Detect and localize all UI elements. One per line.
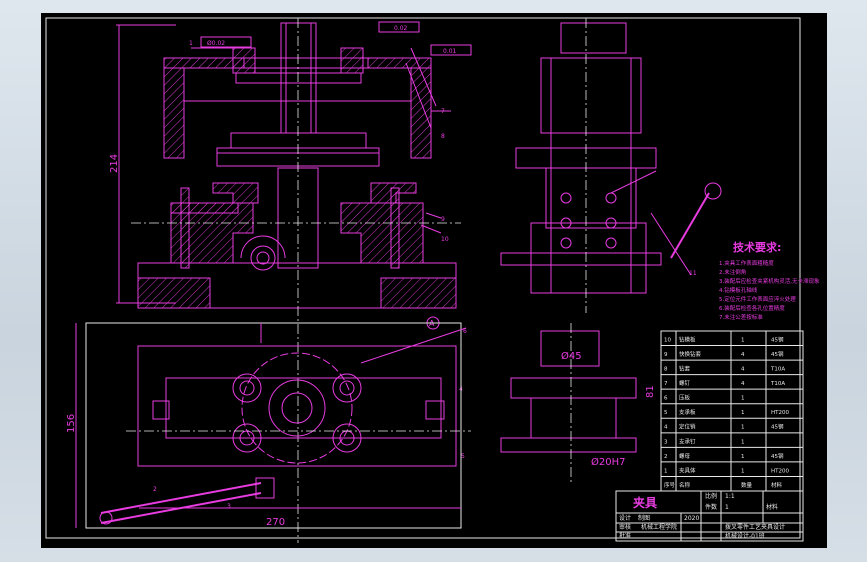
cover-left-hatch xyxy=(163,57,245,159)
tb-drawn: 制图 xyxy=(638,514,650,522)
tb-scale-label: 比例 xyxy=(705,492,717,500)
bom-cell-no: 1 xyxy=(664,468,668,474)
bom-cell-no: 10 xyxy=(664,337,671,343)
tb-designer: 设计 xyxy=(619,514,631,522)
tech-req-line: 5.定位元件工作表面应淬火处理 xyxy=(719,295,796,303)
bom-cell-material: 材料 xyxy=(771,481,783,489)
gdt-circ: Ø0.02 xyxy=(207,40,225,47)
bom-cell-no: 7 xyxy=(664,381,668,387)
bom-cell-material: T10A xyxy=(770,381,785,387)
bom-cell-name: 压板 xyxy=(679,394,691,402)
bom-cell-no: 5 xyxy=(664,410,668,416)
tb-date: 2020 xyxy=(684,515,699,522)
bom-cell-name: 螺母 xyxy=(679,452,691,460)
bom-cell-qty: 1 xyxy=(741,439,745,445)
gdt-perp: 0.02 xyxy=(394,25,408,32)
bom-cell-name: 快换钻套 xyxy=(679,350,702,358)
dim-214: 214 xyxy=(109,154,120,173)
bom-cell-no: 序号 xyxy=(664,481,676,489)
bom-cell-material: 45钢 xyxy=(771,423,784,431)
leader-number: 7 xyxy=(441,108,445,115)
leader-number: 3 xyxy=(227,503,231,510)
bom-cell-name: 钻套 xyxy=(679,365,691,373)
drawing-canvas: 2 1 4 A 1234567891011 0.02 Ø0.02 0.01 156 … xyxy=(45,17,820,543)
tb-title: 夹具 xyxy=(633,495,657,510)
leader-number: 8 xyxy=(441,133,445,140)
bom-cell-no: 6 xyxy=(664,396,668,402)
tb-school: 机械工程学院 xyxy=(641,523,677,531)
cad-viewport[interactable]: 2 1 4 A 1 2 3 4 5 6 7 8 9 10 11 0.02 Ø0.02… xyxy=(41,13,827,548)
bom-cell-name: 支承钉 xyxy=(679,437,696,445)
tb-checker: 审核 xyxy=(619,523,631,531)
gdt-flat: 0.01 xyxy=(443,48,457,55)
bom-cell-material: 45钢 xyxy=(771,335,784,343)
dim-dia20: Ø20H7 xyxy=(591,456,625,468)
plan-view: 156 270 xyxy=(66,322,471,529)
bom-cell-qty: 4 xyxy=(741,381,745,387)
bom-cell-no: 4 xyxy=(664,425,668,431)
leader-number: 5 xyxy=(461,453,465,460)
bom-cell-no: 9 xyxy=(664,352,668,358)
tb-sheet: 1 xyxy=(725,504,729,511)
leader-number: 9 xyxy=(441,216,445,223)
title-block: 夹具 比例 1:1 件数 1 材料 设计 审核 批准 制图 2020 机械工程学… xyxy=(615,490,804,542)
dim-270: 270 xyxy=(266,517,285,528)
tb-approver: 批准 xyxy=(619,532,631,540)
bom-cell-name: 名称 xyxy=(679,481,691,489)
tech-req-title: 技术要求: xyxy=(733,240,781,254)
bom-cell-qty: 数量 xyxy=(741,481,753,489)
bom-cell-qty: 1 xyxy=(741,396,745,402)
bom-cell-qty: 4 xyxy=(741,367,745,373)
tb-sheet-label: 件数 xyxy=(705,503,717,511)
bom-cell-material: HT200 xyxy=(771,410,789,416)
bom-cell-no: 3 xyxy=(664,439,668,445)
bom-cell-name: 支承板 xyxy=(679,408,696,416)
bom-cell-qty: 1 xyxy=(741,410,745,416)
bom-cell-material: HT200 xyxy=(771,468,789,474)
bom-cell-qty: 1 xyxy=(741,454,745,460)
bom-cell-material: T10A xyxy=(770,367,785,373)
dim-dia45: Ø45 xyxy=(561,350,582,362)
bom-cell-material: 45钢 xyxy=(771,350,784,358)
tb-group: 机械设计-01班 xyxy=(725,532,765,540)
tech-req-line: 7.未注公差按标准 xyxy=(719,313,763,321)
bom-cell-qty: 1 xyxy=(741,468,745,474)
tech-req-line: 3.装配后应检查夹紧机构灵活,无卡滞现象 xyxy=(719,277,820,285)
tb-project: 拨叉零件工艺夹具设计 xyxy=(725,523,785,531)
bom-cell-name: 螺钉 xyxy=(679,379,691,387)
bom-cell-qty: 1 xyxy=(741,425,745,431)
technical-requirements: 技术要求: 1.夹具工作表面粗糙度2.未注倒角3.装配后应检查夹紧机构灵活,无卡… xyxy=(719,240,820,321)
leader-number: 2 xyxy=(153,486,157,493)
leader-number: 10 xyxy=(441,236,449,243)
bom-cell-name: 定位销 xyxy=(679,423,696,431)
dim-81: 81 xyxy=(645,385,656,398)
bom-cell-qty: 1 xyxy=(741,337,745,343)
side-view xyxy=(500,18,722,313)
bom-cell-qty: 4 xyxy=(741,352,745,358)
bom-cell-no: 8 xyxy=(664,367,668,373)
leader-number: 1 xyxy=(189,40,193,47)
tech-req-line: 4.钻模板孔轴线 xyxy=(719,286,758,294)
bom-cell-material: 45钢 xyxy=(771,452,784,460)
bom-cell-name: 钻模板 xyxy=(679,335,696,343)
bom-cell-no: 2 xyxy=(664,454,668,460)
tech-req-line: 2.未注倒角 xyxy=(719,268,746,276)
dim-156: 156 xyxy=(66,414,77,433)
tech-req-line: 6.装配后检查各孔位置精度 xyxy=(719,304,785,312)
tech-req-line: 1.夹具工作表面粗糙度 xyxy=(719,259,774,267)
tb-scale: 1:1 xyxy=(725,493,735,500)
bom-cell-name: 夹具体 xyxy=(679,466,696,474)
section-view: Ø45 Ø20H7 81 xyxy=(500,323,656,483)
tb-material-label: 材料 xyxy=(766,503,778,511)
bom-table: 10 钻模板 1 45钢 9 快换钻套 4 45钢 8 钻套 4 T10A 7 螺钉 4 T10A 6 压板 1 5 支… xyxy=(660,330,804,492)
